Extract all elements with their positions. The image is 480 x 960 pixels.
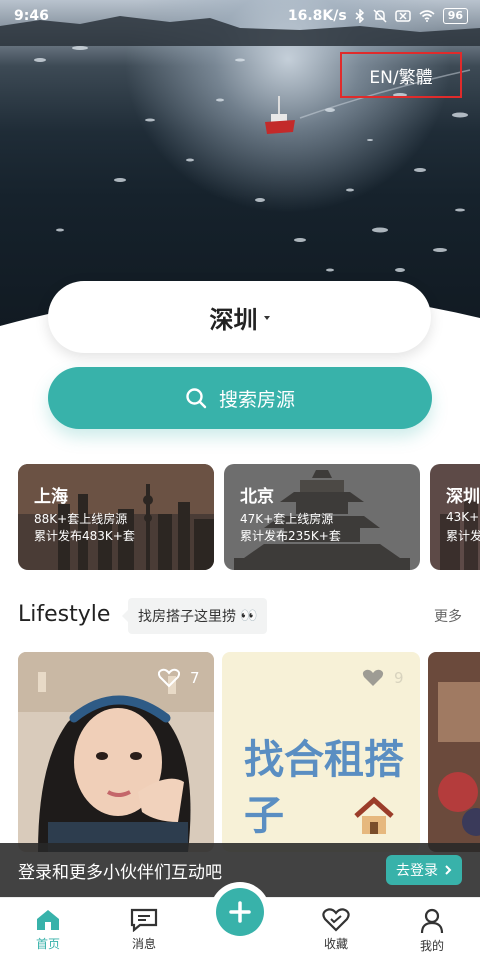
post-card[interactable] xyxy=(428,652,480,852)
user-icon xyxy=(420,908,444,934)
city-card-shenzhen[interactable]: 深圳 43K+ 累计发 xyxy=(430,464,480,570)
city-card-listings: 43K+ xyxy=(446,510,480,524)
login-message: 登录和更多小伙伴们互动吧 xyxy=(18,862,222,883)
more-link[interactable]: 更多 xyxy=(434,606,462,626)
post-card[interactable]: 7 xyxy=(18,652,214,852)
city-card-total: 累计发布483K+套 xyxy=(34,529,135,543)
lifestyle-tip: 找房搭子这里捞 👀 xyxy=(121,598,268,634)
nav-mine-label: 我的 xyxy=(419,939,444,953)
city-card-listings: 47K+套上线房源 xyxy=(240,512,334,526)
heart-icon xyxy=(362,669,384,686)
search-button[interactable]: 搜索房源 xyxy=(48,367,432,429)
chevron-right-icon xyxy=(445,865,452,875)
message-icon xyxy=(130,908,158,932)
city-card-listings: 88K+套上线房源 xyxy=(34,512,128,526)
search-icon xyxy=(186,388,207,409)
add-post-button[interactable] xyxy=(216,888,264,936)
house-icon xyxy=(354,796,394,834)
section-title: Lifestyle xyxy=(18,602,111,627)
home-icon xyxy=(37,910,59,930)
post-card[interactable]: 9 找合租搭子 xyxy=(222,652,420,852)
nav-messages-label: 消息 xyxy=(131,937,156,951)
login-button-label: 去登录 xyxy=(396,863,438,879)
nav-home[interactable]: 首页 xyxy=(16,908,80,952)
search-label: 搜索房源 xyxy=(218,388,295,411)
city-card-name: 北京 xyxy=(240,487,274,507)
city-card-name: 上海 xyxy=(34,487,68,507)
caret-down-icon xyxy=(263,316,270,320)
login-button[interactable]: 去登录 xyxy=(386,855,462,885)
city-card-shanghai[interactable]: 上海 88K+套上线房源 累计发布483K+套 xyxy=(18,464,214,570)
city-card-total: 累计发布235K+套 xyxy=(240,529,341,543)
like-count: 7 xyxy=(190,669,200,687)
nav-messages[interactable]: 消息 xyxy=(112,908,176,952)
city-card-total: 累计发 xyxy=(446,529,480,543)
lifestyle-tip-text: 找房搭子这里捞 xyxy=(138,609,236,625)
lifestyle-posts: 7 9 找合租搭子 xyxy=(18,652,480,852)
city-cards: 上海 88K+套上线房源 累计发布483K+套 北京 47K+套上线房源 累计发… xyxy=(18,464,480,570)
city-name: 深圳 xyxy=(209,305,258,334)
nav-home-label: 首页 xyxy=(35,937,60,951)
heart-icon xyxy=(322,908,350,932)
heart-icon xyxy=(158,668,180,688)
city-card-name: 深圳 xyxy=(446,487,480,507)
city-card-beijing[interactable]: 北京 47K+套上线房源 累计发布235K+套 xyxy=(224,464,420,570)
nav-favorites-label: 收藏 xyxy=(323,937,348,951)
post-like[interactable]: 7 xyxy=(158,668,200,688)
plus-icon xyxy=(229,901,251,923)
eyes-emoji: 👀 xyxy=(240,608,258,624)
city-selector[interactable]: 深圳 xyxy=(48,281,431,353)
post-photo-store xyxy=(428,652,480,852)
post-like[interactable]: 9 xyxy=(362,668,404,688)
nav-favorites[interactable]: 收藏 xyxy=(304,908,368,952)
nav-mine[interactable]: 我的 xyxy=(400,908,464,954)
like-count: 9 xyxy=(394,669,404,687)
